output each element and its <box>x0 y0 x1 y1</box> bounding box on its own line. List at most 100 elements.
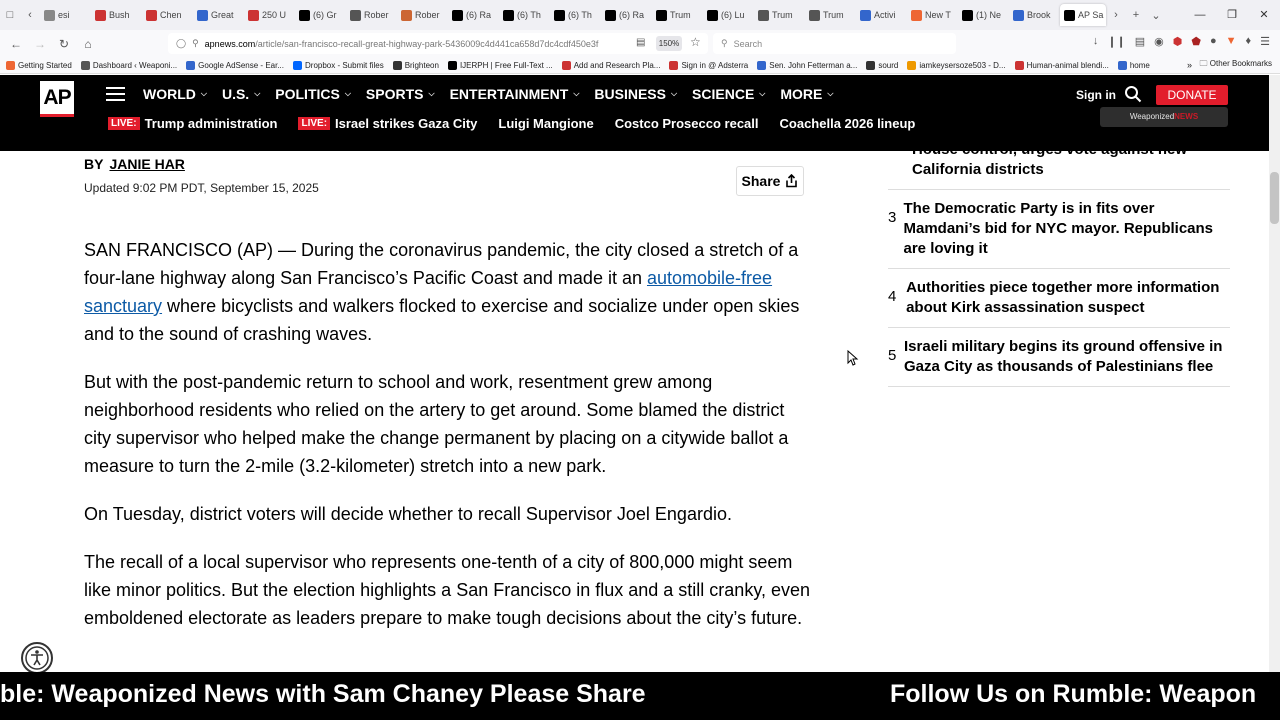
accessibility-icon[interactable] <box>21 642 53 674</box>
shield-icon[interactable]: ◯ <box>176 38 186 49</box>
browser-tab[interactable]: Rober <box>346 4 396 26</box>
extension-privacy-icon[interactable]: ● <box>1210 35 1217 48</box>
nav-item-science[interactable]: SCIENCE ⌵ <box>692 86 765 102</box>
browser-tab[interactable]: Great <box>193 4 243 26</box>
nav-item-sports[interactable]: SPORTS ⌵ <box>366 86 435 102</box>
donate-button[interactable]: DONATE <box>1156 85 1228 105</box>
browser-tab[interactable]: Chen <box>142 4 192 26</box>
back-icon[interactable]: ← <box>4 37 28 51</box>
tab-scroll-left-icon[interactable]: ‹ <box>20 9 40 21</box>
browser-tab[interactable]: Trum <box>754 4 804 26</box>
search-bar[interactable]: ⚲ Search <box>713 33 956 54</box>
extension-shield-icon[interactable]: ⬟ <box>1191 35 1201 48</box>
browser-tab-bar: □ ‹ esi Bush Chen Great 250 U (6) Gr Rober Robe… <box>0 0 1280 30</box>
extensions-puzzle-icon[interactable]: ♦ <box>1246 35 1252 48</box>
bookmark-item[interactable]: Sen. John Fetterman a... <box>757 60 857 70</box>
browser-tab[interactable]: (6) Gr <box>295 4 345 26</box>
most-read-item-partial[interactable]: House control, urges vote against new Ca… <box>888 140 1230 190</box>
browser-tab[interactable]: Rober <box>397 4 447 26</box>
author-link[interactable]: JANIE HAR <box>109 156 184 172</box>
tab-label: Activi <box>874 10 896 20</box>
browser-tab[interactable]: 250 U <box>244 4 294 26</box>
forward-icon[interactable]: → <box>28 37 52 51</box>
lock-icon[interactable]: ⚲ <box>192 38 199 49</box>
browser-tab[interactable]: (1) Ne <box>958 4 1008 26</box>
bookmark-item[interactable]: Dashboard ‹ Weaponi... <box>80 60 177 70</box>
trending-link[interactable]: Costco Prosecco recall <box>615 116 759 131</box>
most-read-title[interactable]: House control, urges vote against new Ca… <box>912 140 1230 180</box>
bookmark-item[interactable]: IJERPH | Free Full-Text ... <box>447 60 553 70</box>
reload-icon[interactable]: ↻ <box>52 37 76 51</box>
nav-item-politics[interactable]: POLITICS ⌵ <box>275 86 351 102</box>
trending-link[interactable]: Luigi Mangione <box>498 116 593 131</box>
most-read-title[interactable]: The Democratic Party is in fits over Mam… <box>904 199 1231 259</box>
bookmark-item[interactable]: Brighteon <box>392 60 439 70</box>
bookmark-item[interactable]: sourd <box>866 60 898 70</box>
restore-icon[interactable]: ❐ <box>1216 0 1248 30</box>
browser-tab[interactable]: Trum <box>652 4 702 26</box>
nav-item-business[interactable]: BUSINESS ⌵ <box>594 86 677 102</box>
most-read-title[interactable]: Israeli military begins its ground offen… <box>904 337 1230 377</box>
most-read-item[interactable]: 5 Israeli military begins its ground offe… <box>888 337 1230 387</box>
browser-tab[interactable]: New T <box>907 4 957 26</box>
tab-scroll-right-icon[interactable]: › <box>1106 9 1126 21</box>
nav-item-more[interactable]: MORE ⌵ <box>780 86 833 102</box>
new-tab-icon[interactable]: + <box>1126 9 1146 21</box>
browser-tab[interactable]: esi <box>40 4 90 26</box>
sidebar-icon[interactable]: ▤ <box>1135 35 1145 48</box>
zoom-level[interactable]: 150% <box>656 36 682 51</box>
trending-link[interactable]: LIVE: Israel strikes Gaza City <box>298 116 477 131</box>
browser-tab[interactable]: Activi <box>856 4 906 26</box>
browser-tab[interactable]: (6) Th <box>550 4 600 26</box>
bookmarks-overflow-icon[interactable]: » <box>1187 60 1192 70</box>
hamburger-menu-icon[interactable] <box>106 87 125 101</box>
bookmark-item[interactable]: Sign in @ Adsterra <box>669 60 748 70</box>
scrollbar-track[interactable] <box>1269 75 1280 672</box>
share-button[interactable]: Share <box>736 166 804 196</box>
extension-brave-icon[interactable]: ▼ <box>1226 35 1237 48</box>
ap-logo[interactable]: AP <box>40 81 74 117</box>
scrollbar-thumb[interactable] <box>1270 172 1279 224</box>
nav-item-entertainment[interactable]: ENTERTAINMENT ⌵ <box>450 86 580 102</box>
tab-overflow-icon[interactable]: ⌄ <box>1146 9 1166 22</box>
site-search-icon[interactable] <box>1124 85 1142 103</box>
bookmark-star-icon[interactable]: ☆ <box>690 35 701 49</box>
tab-list-icon[interactable]: □ <box>0 9 20 21</box>
bookmark-item[interactable]: Getting Started <box>6 60 72 70</box>
browser-tab[interactable]: Bush <box>91 4 141 26</box>
browser-tab[interactable]: Brook <box>1009 4 1059 26</box>
browser-tab[interactable]: (6) Th <box>499 4 549 26</box>
trending-link[interactable]: LIVE: Trump administration <box>108 116 277 131</box>
home-icon[interactable]: ⌂ <box>76 37 100 51</box>
tab-favicon-icon <box>503 9 514 21</box>
browser-tab[interactable]: Trum <box>805 4 855 26</box>
bookmark-item[interactable]: Human-animal blendi... <box>1014 60 1109 70</box>
nav-item-world[interactable]: WORLD ⌵ <box>143 86 207 102</box>
chevron-down-icon: ⌵ <box>200 89 207 98</box>
browser-tab[interactable]: (6) Ra <box>601 4 651 26</box>
most-read-title[interactable]: Authorities piece together more informat… <box>906 278 1230 318</box>
most-read-item[interactable]: 4 Authorities piece together more informa… <box>888 278 1230 328</box>
bookmark-item[interactable]: Dropbox - Submit files <box>293 60 384 70</box>
other-bookmarks[interactable]: 🗀 Other Bookmarks <box>1200 58 1272 72</box>
url-bar[interactable]: ◯ ⚲ apnews.com/article/san-francisco-rec… <box>168 33 708 54</box>
reader-view-icon[interactable]: ▤ <box>636 37 645 48</box>
extension-ublock-icon[interactable]: ⬢ <box>1173 35 1183 48</box>
account-icon[interactable]: ◉ <box>1154 35 1164 48</box>
minimize-icon[interactable]: — <box>1184 0 1216 30</box>
bookmark-item[interactable]: Add and Research Pla... <box>561 60 660 70</box>
browser-tab[interactable]: AP Sa✕ <box>1060 4 1106 26</box>
bookmark-item[interactable]: iamkeysersoze503 - D... <box>907 60 1006 70</box>
browser-tab[interactable]: (6) Ra <box>448 4 498 26</box>
close-window-icon[interactable]: ✕ <box>1248 0 1280 30</box>
bookmark-item[interactable]: home <box>1117 60 1150 70</box>
library-icon[interactable]: ❙❙ <box>1107 35 1125 48</box>
bookmark-item[interactable]: Google AdSense - Ear... <box>186 60 284 70</box>
nav-item-us[interactable]: U.S. ⌵ <box>222 86 260 102</box>
most-read-item[interactable]: 3 The Democratic Party is in fits over Ma… <box>888 199 1230 269</box>
browser-tab[interactable]: (6) Lu <box>703 4 753 26</box>
sign-in-link[interactable]: Sign in <box>1076 88 1116 102</box>
menu-icon[interactable]: ☰ <box>1260 35 1270 48</box>
downloads-icon[interactable]: ↓ <box>1093 35 1099 48</box>
trending-link[interactable]: Coachella 2026 lineup <box>780 116 916 131</box>
